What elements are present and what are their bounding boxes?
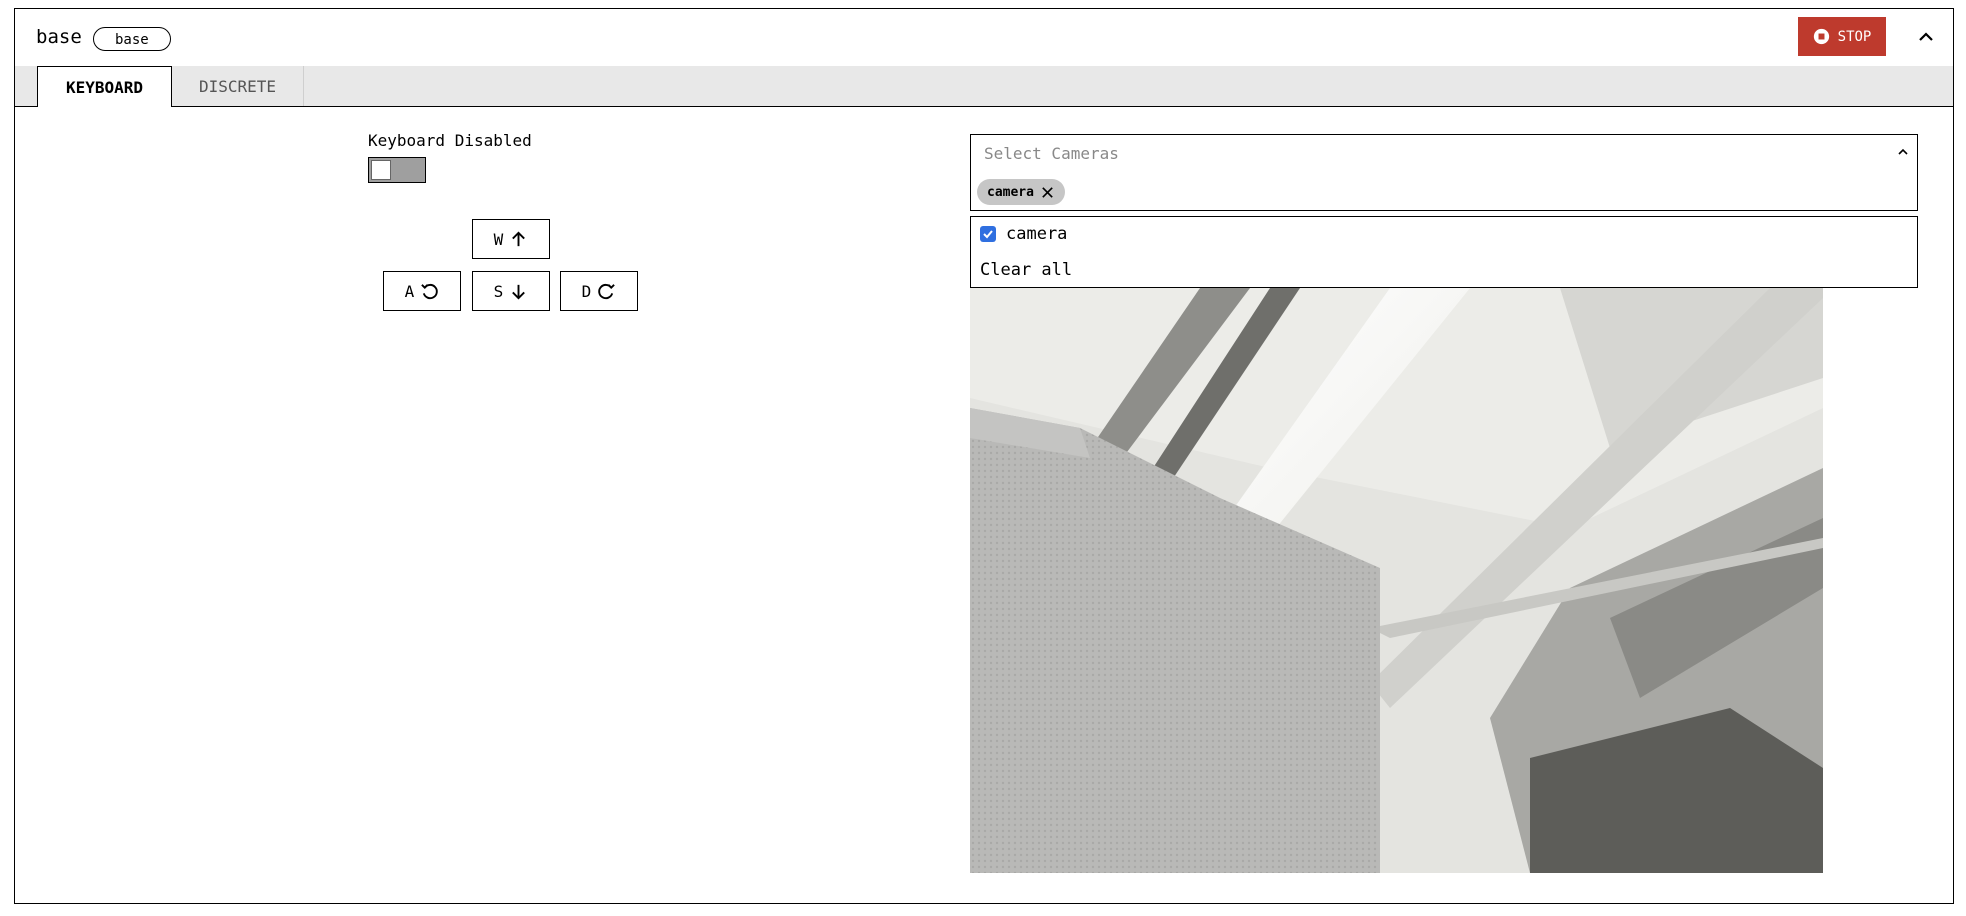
rotate-right-icon bbox=[598, 283, 616, 299]
camera-options-menu: camera Clear all bbox=[970, 216, 1918, 288]
camera-stream bbox=[970, 288, 1823, 873]
key-w-label: W bbox=[493, 229, 504, 249]
tab-discrete[interactable]: DISCRETE bbox=[172, 66, 304, 106]
arrow-up-icon bbox=[512, 231, 526, 246]
key-s-button[interactable]: S bbox=[472, 271, 550, 311]
key-s-label: S bbox=[493, 281, 504, 301]
component-type-badge: base bbox=[93, 27, 171, 51]
clear-all-button[interactable]: Clear all bbox=[980, 260, 1072, 280]
camera-option[interactable]: camera bbox=[980, 224, 1067, 244]
key-a-button[interactable]: A bbox=[383, 271, 461, 311]
toggle-knob bbox=[371, 160, 391, 180]
tab-keyboard[interactable]: KEYBOARD bbox=[37, 66, 172, 107]
key-d-label: D bbox=[581, 281, 592, 301]
tab-bar: KEYBOARD DISCRETE bbox=[15, 66, 1953, 107]
key-a-label: A bbox=[404, 281, 415, 301]
key-d-button[interactable]: D bbox=[560, 271, 638, 311]
chip-label: camera bbox=[987, 184, 1034, 200]
stop-button[interactable]: STOP bbox=[1798, 17, 1886, 56]
rotate-left-icon bbox=[421, 283, 439, 299]
card-header: base base STOP bbox=[15, 9, 1953, 67]
selected-camera-chip: camera bbox=[977, 179, 1065, 205]
stop-icon bbox=[1813, 28, 1829, 45]
camera-option-label: camera bbox=[1006, 224, 1068, 244]
component-title: base bbox=[36, 26, 82, 48]
stop-label: STOP bbox=[1837, 28, 1872, 45]
key-w-button[interactable]: W bbox=[472, 219, 550, 259]
chevron-up-icon[interactable] bbox=[1916, 27, 1936, 47]
camera-select[interactable]: Select Cameras camera bbox=[970, 134, 1918, 211]
camera-option-checkbox[interactable] bbox=[980, 226, 996, 242]
camera-select-placeholder: Select Cameras bbox=[984, 144, 1119, 163]
keyboard-toggle[interactable] bbox=[368, 157, 426, 183]
check-icon bbox=[983, 230, 993, 239]
keyboard-status-label: Keyboard Disabled bbox=[368, 131, 532, 150]
chevron-up-icon[interactable] bbox=[1895, 144, 1911, 160]
camera-image bbox=[970, 288, 1823, 873]
close-icon[interactable] bbox=[1040, 185, 1055, 200]
arrow-down-icon bbox=[512, 284, 526, 299]
